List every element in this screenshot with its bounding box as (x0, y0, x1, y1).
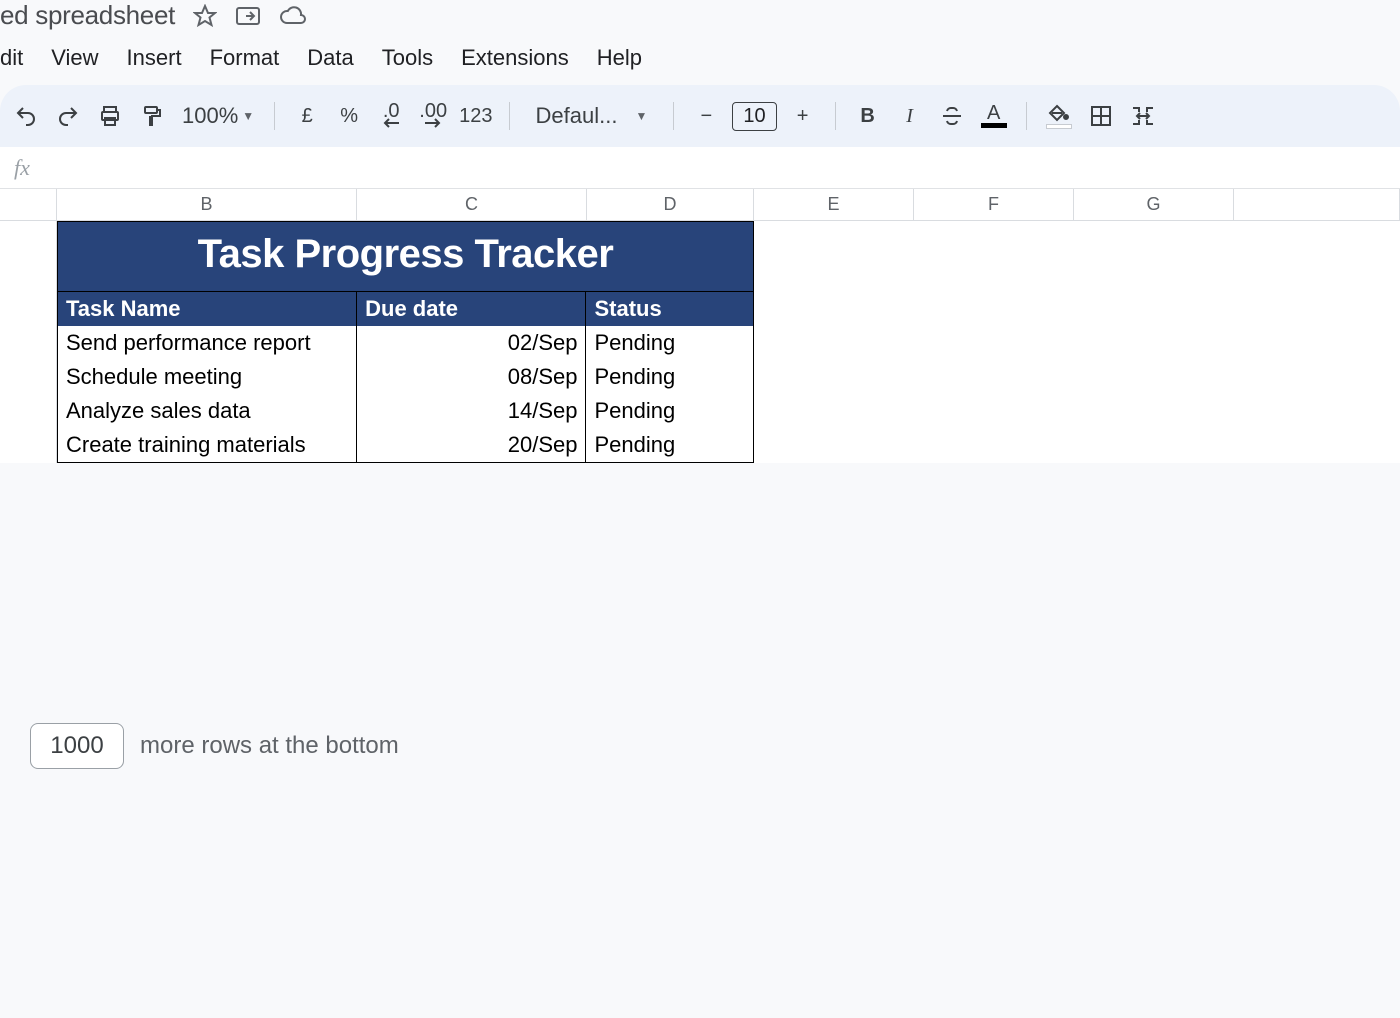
cell-status[interactable]: Pending (586, 360, 753, 394)
star-icon[interactable] (193, 4, 217, 28)
menu-data[interactable]: Data (307, 45, 353, 71)
fx-label: fx (14, 155, 30, 181)
font-family-select[interactable]: Defaul... ▼ (526, 103, 658, 129)
format-123-button[interactable]: 123 (459, 99, 492, 133)
zoom-value: 100% (182, 103, 238, 129)
menu-insert[interactable]: Insert (127, 45, 182, 71)
task-tracker-table: Task Progress Tracker Task Name Due date… (57, 221, 754, 463)
menu-view[interactable]: View (51, 45, 98, 71)
column-header-D[interactable]: D (587, 189, 754, 220)
add-more-rows: 1000 more rows at the bottom (0, 463, 1400, 983)
tracker-title[interactable]: Task Progress Tracker (58, 222, 753, 291)
header-task-name[interactable]: Task Name (58, 292, 357, 326)
column-header-E[interactable]: E (754, 189, 914, 220)
text-color-button[interactable]: A (978, 99, 1010, 133)
column-header-rest[interactable] (1234, 189, 1400, 220)
font-size-input[interactable]: 10 (732, 102, 776, 131)
menu-help[interactable]: Help (597, 45, 642, 71)
cell-task[interactable]: Analyze sales data (58, 394, 357, 428)
cell-task[interactable]: Create training materials (58, 428, 357, 462)
format-percent-button[interactable]: % (333, 99, 365, 133)
font-size-decrease-button[interactable]: − (690, 99, 722, 133)
table-row[interactable]: Schedule meeting 08/Sep Pending (58, 360, 753, 394)
menu-tools[interactable]: Tools (382, 45, 433, 71)
table-row[interactable]: Send performance report 02/Sep Pending (58, 326, 753, 360)
more-rows-input[interactable]: 1000 (30, 723, 124, 769)
redo-icon[interactable] (52, 99, 84, 133)
merge-cells-button[interactable] (1127, 99, 1159, 133)
strikethrough-button[interactable] (936, 99, 968, 133)
increase-decimal-button[interactable]: .00 (417, 99, 449, 133)
bold-button[interactable]: B (852, 99, 884, 133)
header-due-date[interactable]: Due date (357, 292, 586, 326)
print-icon[interactable] (94, 99, 126, 133)
toolbar: 100% ▼ £ % .0 .00 123 Defaul... ▼ − 10 +… (0, 85, 1400, 147)
move-icon[interactable] (235, 5, 261, 27)
cell-due[interactable]: 14/Sep (357, 394, 586, 428)
paint-format-icon[interactable] (136, 99, 168, 133)
row-number-gutter[interactable] (0, 221, 57, 463)
cell-task[interactable]: Send performance report (58, 326, 357, 360)
cell-due[interactable]: 20/Sep (357, 428, 586, 462)
format-currency-button[interactable]: £ (291, 99, 323, 133)
document-title[interactable]: ed spreadsheet (0, 0, 175, 31)
table-row[interactable]: Analyze sales data 14/Sep Pending (58, 394, 753, 428)
menu-format[interactable]: Format (210, 45, 280, 71)
font-size-increase-button[interactable]: + (787, 99, 819, 133)
separator (509, 102, 510, 130)
column-header-G[interactable]: G (1074, 189, 1234, 220)
separator (673, 102, 674, 130)
chevron-down-icon: ▼ (635, 109, 647, 123)
italic-button[interactable]: I (894, 99, 926, 133)
menu-bar: dit View Insert Format Data Tools Extens… (0, 37, 1400, 85)
separator (1026, 102, 1027, 130)
cell-status[interactable]: Pending (586, 394, 753, 428)
decrease-decimal-button[interactable]: .0 (375, 99, 407, 133)
cloud-saved-icon[interactable] (279, 5, 307, 27)
chevron-down-icon: ▼ (242, 109, 254, 123)
fill-color-swatch (1046, 124, 1072, 129)
column-header-row: B C D E F G (0, 189, 1400, 221)
menu-extensions[interactable]: Extensions (461, 45, 569, 71)
spreadsheet-grid[interactable]: Task Progress Tracker Task Name Due date… (0, 221, 1400, 463)
text-color-swatch (981, 123, 1007, 128)
column-header-B[interactable]: B (57, 189, 357, 220)
cell-status[interactable]: Pending (586, 428, 753, 462)
cell-status[interactable]: Pending (586, 326, 753, 360)
cell-task[interactable]: Schedule meeting (58, 360, 357, 394)
table-row[interactable]: Create training materials 20/Sep Pending (58, 428, 753, 462)
font-family-value: Defaul... (536, 103, 618, 129)
tracker-header-row: Task Name Due date Status (58, 291, 753, 326)
cell-due[interactable]: 08/Sep (357, 360, 586, 394)
formula-bar[interactable]: fx (0, 147, 1400, 189)
separator (274, 102, 275, 130)
zoom-select[interactable]: 100% ▼ (178, 103, 258, 129)
title-bar: ed spreadsheet (0, 0, 1400, 37)
menu-edit[interactable]: dit (0, 45, 23, 71)
column-header-C[interactable]: C (357, 189, 587, 220)
separator (835, 102, 836, 130)
header-status[interactable]: Status (586, 292, 753, 326)
undo-icon[interactable] (10, 99, 42, 133)
more-rows-label: more rows at the bottom (140, 732, 399, 760)
column-header-F[interactable]: F (914, 189, 1074, 220)
borders-button[interactable] (1085, 99, 1117, 133)
select-all-corner[interactable] (0, 189, 57, 220)
fill-color-button[interactable] (1043, 99, 1075, 133)
cell-due[interactable]: 02/Sep (357, 326, 586, 360)
